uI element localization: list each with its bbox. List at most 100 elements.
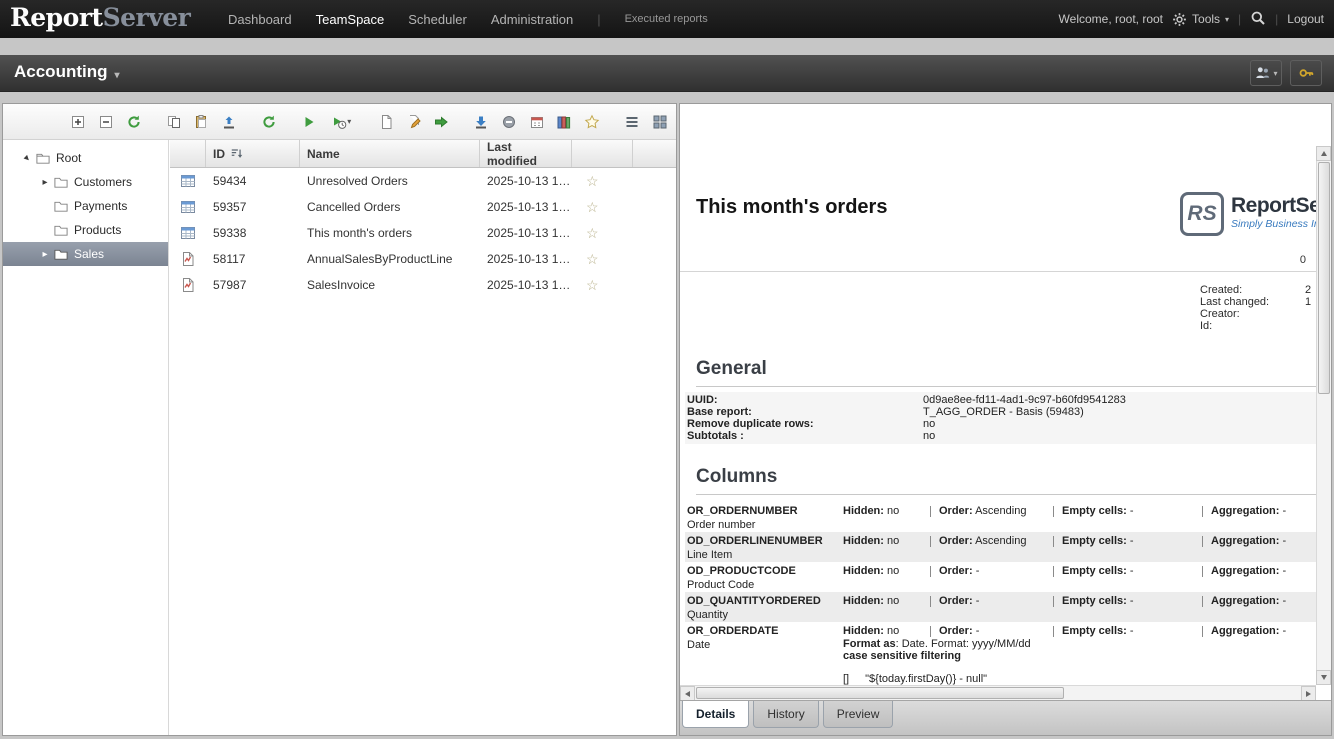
table-row[interactable]: 59357 Cancelled Orders 2025-10-13 1… ☆ xyxy=(170,194,676,220)
scroll-right-button[interactable] xyxy=(1301,686,1316,701)
dynamic-list-icon xyxy=(180,225,196,241)
tree-item-label: Root xyxy=(56,151,81,165)
general-rows: UUID:0d9ae8ee-fd11-4ad1-9c97-b60fd954128… xyxy=(685,392,1316,444)
tab-details[interactable]: Details xyxy=(682,701,749,728)
teamspace-permissions-button[interactable] xyxy=(1290,60,1322,86)
play-icon xyxy=(301,114,317,130)
table-row[interactable]: 57987 SalesInvoice 2025-10-13 1… ☆ xyxy=(170,272,676,298)
expander-icon[interactable]: ▸ xyxy=(37,177,53,188)
nav-dashboard[interactable]: Dashboard xyxy=(228,12,292,27)
tab-preview[interactable]: Preview xyxy=(823,701,894,728)
cell-id: 59434 xyxy=(206,174,300,188)
teamspace-members-button[interactable]: ▾ xyxy=(1250,60,1282,86)
scroll-down-button[interactable] xyxy=(1316,670,1331,685)
empty-cells-value: - xyxy=(1130,535,1134,547)
header-name[interactable]: Name xyxy=(300,140,480,167)
list-view-button[interactable] xyxy=(621,110,644,134)
paste-button[interactable] xyxy=(190,110,213,134)
documentation-button[interactable] xyxy=(553,110,576,134)
play-clock-icon xyxy=(331,114,347,130)
scroll-left-button[interactable] xyxy=(680,686,695,701)
report-grid: ID Name Last modified 59434 Unresolved O… xyxy=(170,140,676,735)
report-details-document: This month's orders RS ReportSe Simply B… xyxy=(680,146,1316,685)
sort-ascending-icon xyxy=(230,147,244,160)
order-label: Order: xyxy=(939,505,973,517)
general-row: Subtotals :no xyxy=(685,430,1316,442)
empty-cells-label: Empty cells: xyxy=(1062,565,1127,577)
header-id[interactable]: ID xyxy=(206,140,300,167)
general-value: no xyxy=(923,430,935,442)
refresh-button[interactable] xyxy=(123,110,146,134)
aggregation-value: - xyxy=(1283,565,1287,577)
collapse-all-button[interactable] xyxy=(95,110,118,134)
favorite-star-icon[interactable]: ☆ xyxy=(586,174,599,189)
header-name-label: Name xyxy=(307,147,340,161)
column-name: OD_PRODUCTCODE xyxy=(687,566,843,578)
copy-button[interactable] xyxy=(162,110,185,134)
scroll-up-button[interactable] xyxy=(1316,146,1331,161)
vertical-scroll-thumb[interactable] xyxy=(1318,162,1330,394)
move-button[interactable] xyxy=(430,110,453,134)
expander-icon[interactable]: ▸ xyxy=(37,249,53,260)
order-value: Ascending xyxy=(975,535,1026,547)
favorite-button[interactable] xyxy=(581,110,604,134)
table-row[interactable]: 58117 AnnualSalesByProductLine 2025-10-1… xyxy=(170,246,676,272)
tree-item-customers[interactable]: ▸ Customers xyxy=(3,170,168,194)
export-button[interactable] xyxy=(470,110,493,134)
tree-item-payments[interactable]: Payments xyxy=(3,194,168,218)
expand-all-button[interactable] xyxy=(67,110,90,134)
favorite-star-icon[interactable]: ☆ xyxy=(586,252,599,267)
meta-label: Creator: xyxy=(1200,308,1305,320)
horizontal-scrollbar[interactable] xyxy=(680,685,1316,700)
search-button[interactable] xyxy=(1250,10,1266,29)
table-row[interactable]: 59434 Unresolved Orders 2025-10-13 1… ☆ xyxy=(170,168,676,194)
horizontal-scroll-thumb[interactable] xyxy=(696,687,1064,699)
general-value: T_AGG_ORDER - Basis (59483) xyxy=(923,406,1084,418)
cell-modified: 2025-10-13 1… xyxy=(480,252,572,266)
favorite-star-icon[interactable]: ☆ xyxy=(586,278,599,293)
favorite-star-icon[interactable]: ☆ xyxy=(586,226,599,241)
meta-value: 2 xyxy=(1305,284,1311,296)
tab-history[interactable]: History xyxy=(753,701,818,728)
nav-administration[interactable]: Administration xyxy=(491,12,573,27)
reload-button[interactable] xyxy=(258,110,281,134)
vertical-scrollbar[interactable] xyxy=(1316,146,1331,685)
schedule-button[interactable] xyxy=(525,110,548,134)
column-name: OR_ORDERDATE xyxy=(687,626,843,638)
teamspace-selector[interactable]: Accounting ▾ xyxy=(14,62,120,82)
hidden-value: no xyxy=(887,625,899,637)
general-section-heading: General xyxy=(696,358,1316,387)
new-report-button[interactable] xyxy=(374,110,397,134)
hidden-label: Hidden: xyxy=(843,625,884,637)
header-filler xyxy=(633,140,676,167)
edit-button[interactable] xyxy=(402,110,425,134)
app-logo[interactable]: ReportServer xyxy=(10,3,190,32)
favorite-star-icon[interactable]: ☆ xyxy=(586,200,599,215)
import-button[interactable] xyxy=(218,110,241,134)
execute-options-button[interactable]: ▾ xyxy=(325,110,357,134)
folder-icon xyxy=(53,199,69,214)
tree-item-products[interactable]: Products xyxy=(3,218,168,242)
nav-teamspace[interactable]: TeamSpace xyxy=(316,12,385,27)
tree-item-root[interactable]: ▸ Root xyxy=(3,146,168,170)
teamspace-title: Accounting xyxy=(14,62,108,82)
cell-modified: 2025-10-13 1… xyxy=(480,174,572,188)
logout-button[interactable]: Logout xyxy=(1287,12,1324,26)
expander-icon[interactable]: ▸ xyxy=(17,148,36,167)
execute-report-button[interactable] xyxy=(297,110,320,134)
nav-scheduler[interactable]: Scheduler xyxy=(408,12,467,27)
column-row: OD_ORDERLINENUMBERLine Item Hidden: no O… xyxy=(685,532,1316,562)
hidden-label: Hidden: xyxy=(843,595,884,607)
table-row[interactable]: 59338 This month's orders 2025-10-13 1… … xyxy=(170,220,676,246)
tree-item-sales[interactable]: ▸ Sales xyxy=(3,242,168,266)
reportserver-logo: RS ReportSe Simply Business Inte xyxy=(1180,192,1316,236)
format-label: Format as xyxy=(843,638,896,650)
grid-view-button[interactable] xyxy=(648,110,671,134)
column-row: OD_QUANTITYORDEREDQuantity Hidden: no Or… xyxy=(685,592,1316,622)
header-last-modified[interactable]: Last modified xyxy=(480,140,572,167)
nav-executed-reports[interactable]: Executed reports xyxy=(625,13,708,25)
disable-button[interactable] xyxy=(497,110,520,134)
tools-menu-button[interactable]: Tools ▾ xyxy=(1172,12,1229,27)
cell-name: Cancelled Orders xyxy=(300,200,480,214)
meta-row: Id: xyxy=(1200,320,1311,332)
